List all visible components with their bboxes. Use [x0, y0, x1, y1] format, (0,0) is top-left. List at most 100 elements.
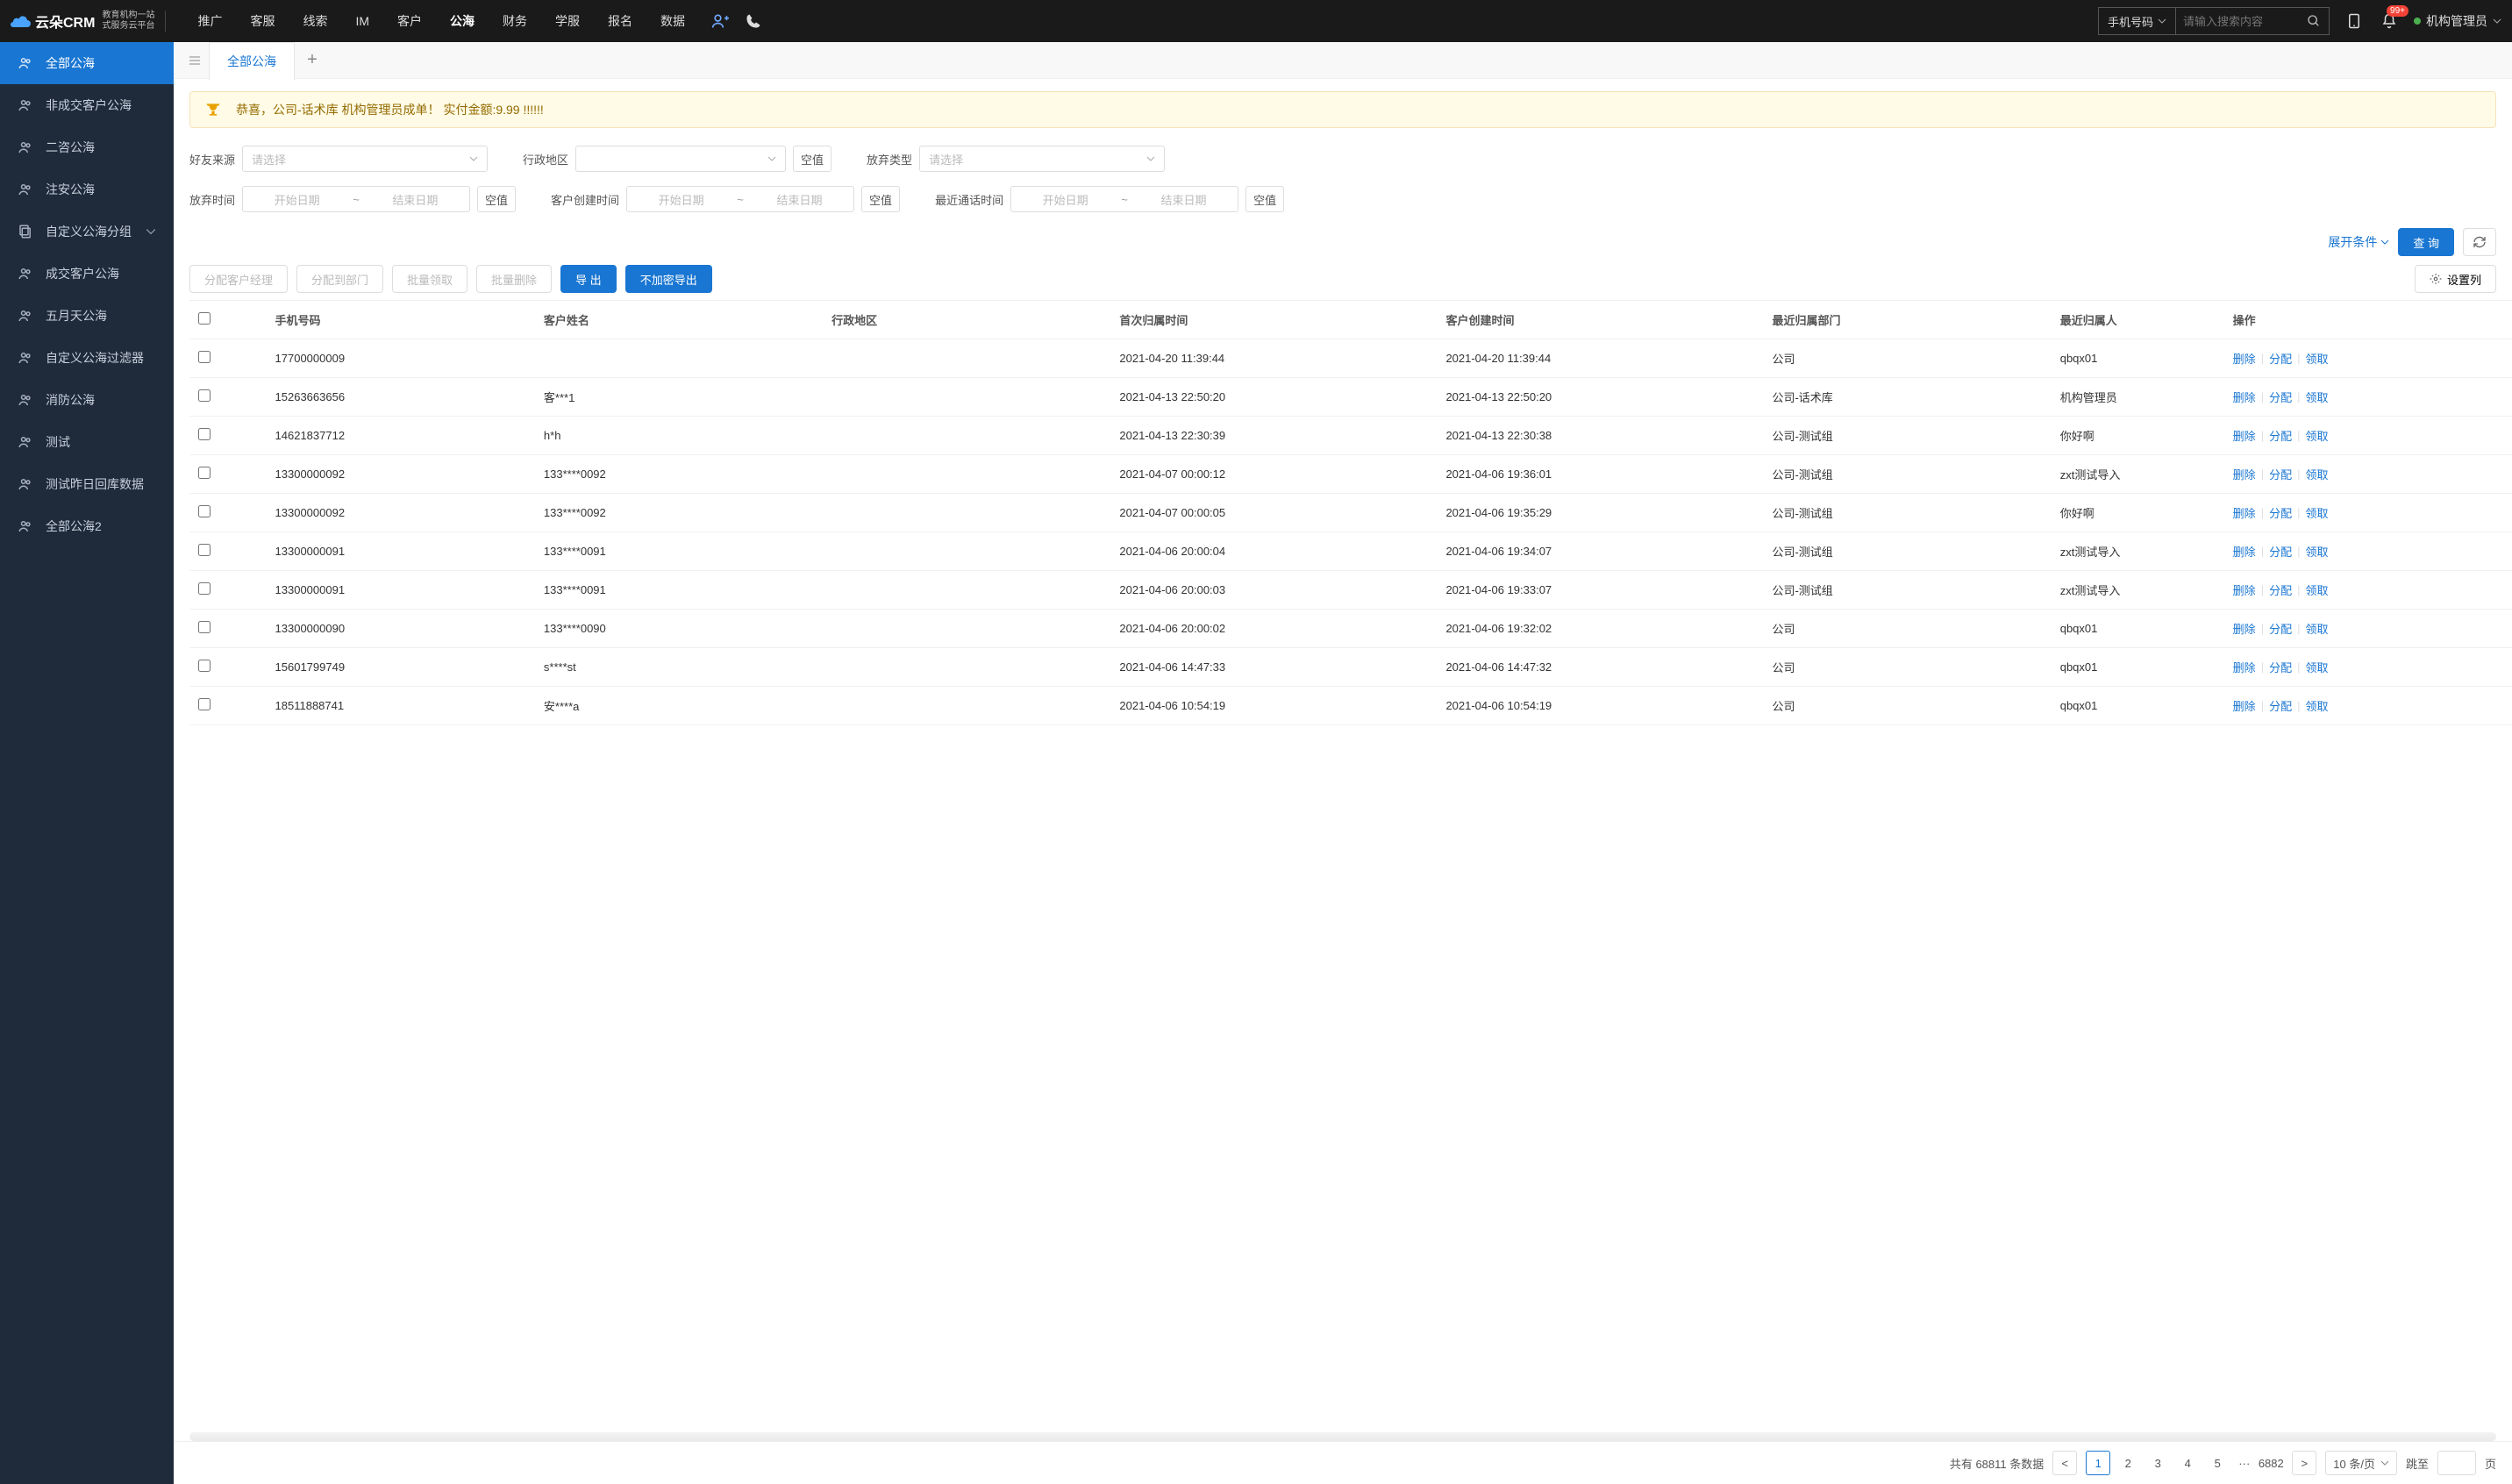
row-checkbox[interactable]	[198, 428, 211, 440]
tab-all-pool[interactable]: 全部公海	[209, 42, 295, 80]
export-plain-button[interactable]: 不加密导出	[625, 265, 712, 293]
pager-page[interactable]: 3	[2145, 1451, 2170, 1475]
sidebar-item[interactable]: 非成交客户公海	[0, 84, 174, 126]
null-admin-region[interactable]: 空值	[793, 146, 831, 172]
op-delete[interactable]: 删除	[2233, 350, 2256, 367]
export-button[interactable]: 导 出	[560, 265, 617, 293]
horizontal-scrollbar[interactable]	[189, 1432, 2496, 1441]
op-claim[interactable]: 领取	[2305, 350, 2328, 367]
null-abandon-time[interactable]: 空值	[477, 186, 516, 212]
range-recent-call[interactable]: 开始日期~结束日期	[1010, 186, 1238, 212]
op-delete[interactable]: 删除	[2233, 659, 2256, 675]
sidebar-item[interactable]: 二咨公海	[0, 126, 174, 168]
op-delete[interactable]: 删除	[2233, 466, 2256, 482]
sidebar-item[interactable]: 五月天公海	[0, 295, 174, 337]
op-assign[interactable]: 分配	[2269, 697, 2292, 714]
top-nav-item[interactable]: 线索	[289, 0, 341, 42]
op-assign[interactable]: 分配	[2269, 581, 2292, 598]
search-button[interactable]	[2299, 8, 2329, 34]
batch-delete-button[interactable]: 批量删除	[476, 265, 552, 293]
op-delete[interactable]: 删除	[2233, 389, 2256, 405]
row-checkbox[interactable]	[198, 698, 211, 710]
op-assign[interactable]: 分配	[2269, 427, 2292, 444]
range-abandon-time[interactable]: 开始日期~结束日期	[242, 186, 470, 212]
op-delete[interactable]: 删除	[2233, 427, 2256, 444]
user-menu[interactable]: 机构管理员	[2414, 12, 2501, 30]
row-checkbox[interactable]	[198, 544, 211, 556]
top-nav-item[interactable]: 数据	[646, 0, 699, 42]
row-checkbox[interactable]	[198, 467, 211, 479]
pager-page[interactable]: 1	[2086, 1451, 2110, 1475]
top-nav-item[interactable]: 客服	[236, 0, 289, 42]
refresh-button[interactable]	[2463, 228, 2496, 256]
op-claim[interactable]: 领取	[2305, 466, 2328, 482]
pager-page[interactable]: 2	[2116, 1451, 2140, 1475]
sidebar-item[interactable]: 全部公海2	[0, 505, 174, 547]
row-checkbox[interactable]	[198, 621, 211, 633]
tablet-icon[interactable]	[2344, 11, 2365, 32]
sidebar-item[interactable]: 测试	[0, 421, 174, 463]
null-recent-call[interactable]: 空值	[1245, 186, 1284, 212]
search-input[interactable]	[2176, 8, 2299, 34]
row-checkbox[interactable]	[198, 389, 211, 402]
top-nav-item[interactable]: 客户	[383, 0, 436, 42]
sidebar-item[interactable]: 消防公海	[0, 379, 174, 421]
top-nav-item[interactable]: 报名	[594, 0, 646, 42]
row-checkbox[interactable]	[198, 351, 211, 363]
op-delete[interactable]: 删除	[2233, 697, 2256, 714]
op-claim[interactable]: 领取	[2305, 389, 2328, 405]
op-assign[interactable]: 分配	[2269, 504, 2292, 521]
select-abandon-type[interactable]: 请选择	[919, 146, 1165, 172]
tab-add-button[interactable]: +	[295, 50, 330, 70]
assign-manager-button[interactable]: 分配客户经理	[189, 265, 288, 293]
op-claim[interactable]: 领取	[2305, 543, 2328, 560]
row-checkbox[interactable]	[198, 505, 211, 517]
op-delete[interactable]: 删除	[2233, 581, 2256, 598]
op-claim[interactable]: 领取	[2305, 504, 2328, 521]
op-assign[interactable]: 分配	[2269, 620, 2292, 637]
phone-icon[interactable]	[743, 11, 764, 32]
checkbox-all[interactable]	[198, 312, 211, 325]
op-delete[interactable]: 删除	[2233, 504, 2256, 521]
notification-icon[interactable]: 99+	[2379, 11, 2400, 32]
pager-last-page[interactable]: 6882	[2259, 1451, 2283, 1475]
batch-claim-button[interactable]: 批量领取	[392, 265, 467, 293]
op-assign[interactable]: 分配	[2269, 543, 2292, 560]
op-assign[interactable]: 分配	[2269, 466, 2292, 482]
pager-next[interactable]: >	[2292, 1451, 2316, 1475]
search-type-select[interactable]: 手机号码	[2099, 8, 2176, 34]
op-delete[interactable]: 删除	[2233, 620, 2256, 637]
op-claim[interactable]: 领取	[2305, 620, 2328, 637]
op-assign[interactable]: 分配	[2269, 389, 2292, 405]
select-admin-region[interactable]	[575, 146, 786, 172]
expand-filters-link[interactable]: 展开条件	[2328, 233, 2389, 251]
range-create-time[interactable]: 开始日期~结束日期	[626, 186, 854, 212]
op-claim[interactable]: 领取	[2305, 427, 2328, 444]
row-checkbox[interactable]	[198, 582, 211, 595]
sidebar-item[interactable]: 自定义公海过滤器	[0, 337, 174, 379]
pager-page[interactable]: 5	[2205, 1451, 2230, 1475]
op-claim[interactable]: 领取	[2305, 659, 2328, 675]
null-create-time[interactable]: 空值	[861, 186, 900, 212]
set-columns-button[interactable]: 设置列	[2415, 265, 2496, 293]
pager-prev[interactable]: <	[2052, 1451, 2077, 1475]
top-nav-item[interactable]: 财务	[489, 0, 541, 42]
sidebar-item[interactable]: 成交客户公海	[0, 253, 174, 295]
op-assign[interactable]: 分配	[2269, 659, 2292, 675]
sidebar-item[interactable]: 测试昨日回库数据	[0, 463, 174, 505]
pager-page[interactable]: 4	[2175, 1451, 2200, 1475]
assign-dept-button[interactable]: 分配到部门	[296, 265, 383, 293]
sidebar-item[interactable]: 自定义公海分组	[0, 210, 174, 253]
add-user-icon[interactable]	[710, 11, 731, 32]
sidebar-item[interactable]: 注安公海	[0, 168, 174, 210]
query-button[interactable]: 查 询	[2398, 228, 2454, 256]
pager-size-select[interactable]: 10 条/页	[2325, 1451, 2397, 1475]
tab-list-icon[interactable]	[181, 54, 209, 68]
op-claim[interactable]: 领取	[2305, 581, 2328, 598]
op-delete[interactable]: 删除	[2233, 543, 2256, 560]
top-nav-item[interactable]: 学服	[541, 0, 594, 42]
top-nav-item[interactable]: 公海	[436, 0, 489, 42]
row-checkbox[interactable]	[198, 660, 211, 672]
search-combo[interactable]: 手机号码	[2098, 7, 2330, 35]
sidebar-item[interactable]: 全部公海	[0, 42, 174, 84]
